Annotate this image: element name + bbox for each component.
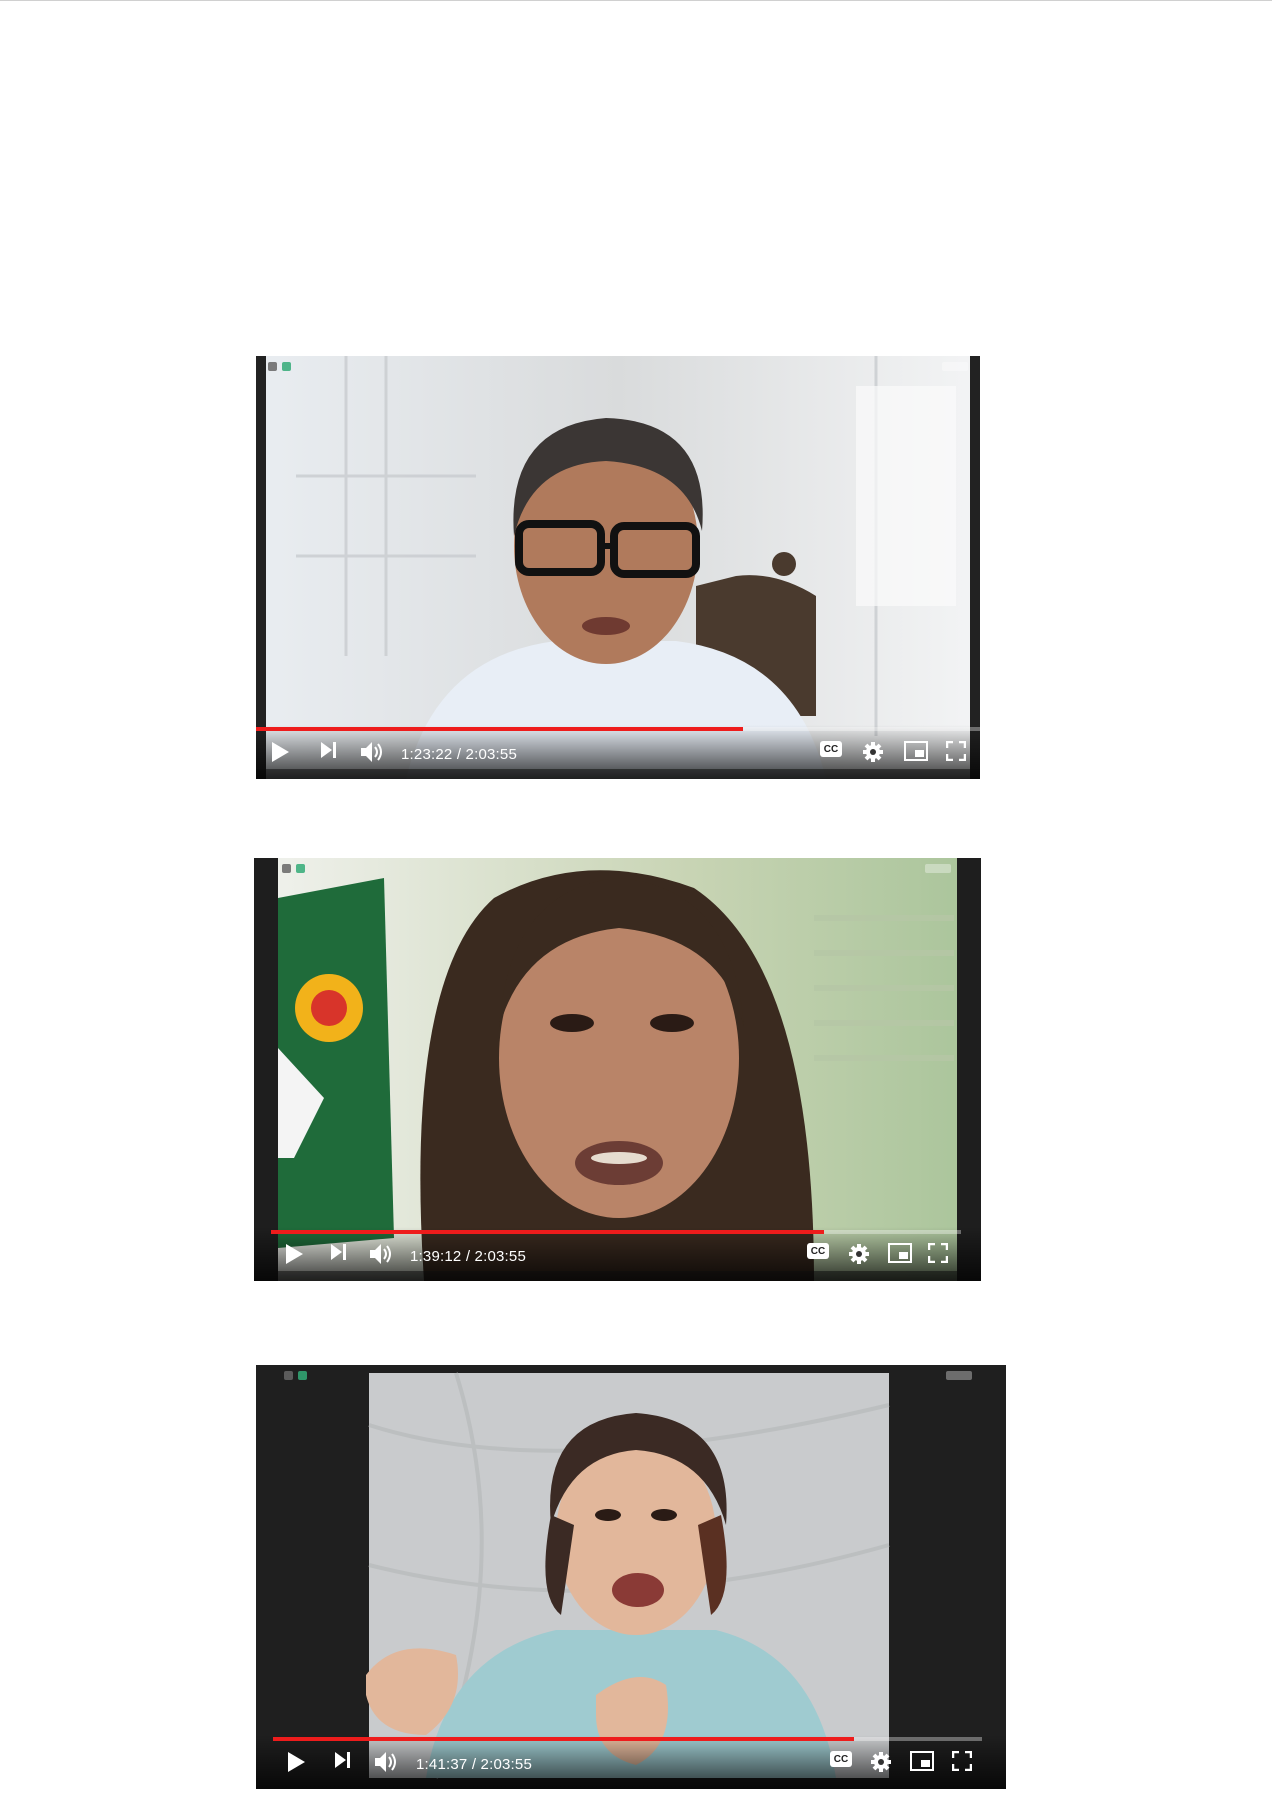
miniplayer-icon bbox=[904, 741, 928, 761]
player-controls: 1:23:22 / 2:03:55 CC bbox=[256, 725, 980, 779]
zoom-status-dots bbox=[282, 864, 305, 873]
miniplayer-button[interactable] bbox=[910, 1751, 934, 1771]
miniplayer-button[interactable] bbox=[904, 741, 928, 761]
time-display: 1:41:37 / 2:03:55 bbox=[416, 1756, 532, 1773]
fullscreen-icon bbox=[946, 741, 966, 761]
volume-button[interactable] bbox=[360, 741, 384, 763]
fullscreen-button[interactable] bbox=[946, 741, 966, 761]
zoom-view-badge bbox=[942, 362, 968, 371]
settings-icon bbox=[849, 1244, 869, 1264]
settings-button[interactable] bbox=[870, 1751, 892, 1773]
progress-fill bbox=[256, 727, 744, 731]
volume-icon bbox=[375, 1752, 396, 1772]
play-button[interactable] bbox=[284, 1243, 304, 1265]
progress-fill bbox=[273, 1737, 855, 1741]
progress-fill bbox=[271, 1230, 824, 1234]
video-player-3[interactable]: 1:41:37 / 2:03:55 CC bbox=[256, 1365, 1006, 1789]
captions-icon: CC bbox=[830, 1751, 852, 1767]
captions-icon: CC bbox=[820, 741, 842, 757]
progress-bar[interactable] bbox=[273, 1737, 982, 1741]
miniplayer-button[interactable] bbox=[888, 1243, 912, 1263]
progress-bar[interactable] bbox=[256, 727, 980, 731]
next-icon bbox=[331, 1244, 346, 1260]
volume-button[interactable] bbox=[369, 1243, 393, 1265]
settings-icon bbox=[863, 742, 883, 762]
fullscreen-icon bbox=[952, 1751, 972, 1771]
time-display: 1:39:12 / 2:03:55 bbox=[410, 1248, 526, 1265]
zoom-status-dots bbox=[268, 362, 291, 371]
video-frame-young-woman-gesturing bbox=[256, 1365, 1006, 1789]
next-button[interactable] bbox=[330, 1243, 348, 1261]
captions-button[interactable]: CC bbox=[820, 741, 842, 757]
volume-icon bbox=[361, 742, 382, 762]
play-button[interactable] bbox=[270, 741, 290, 763]
captions-button[interactable]: CC bbox=[807, 1243, 829, 1259]
volume-icon bbox=[370, 1244, 391, 1264]
progress-bar[interactable] bbox=[271, 1230, 961, 1234]
play-button[interactable] bbox=[286, 1751, 306, 1773]
zoom-status-dots bbox=[284, 1371, 307, 1380]
settings-icon bbox=[871, 1752, 891, 1772]
settings-button[interactable] bbox=[862, 741, 884, 763]
captions-button[interactable]: CC bbox=[830, 1751, 852, 1767]
time-display: 1:23:22 / 2:03:55 bbox=[401, 746, 517, 763]
zoom-view-badge bbox=[946, 1371, 972, 1380]
player-controls: 1:41:37 / 2:03:55 CC bbox=[256, 1735, 1006, 1789]
miniplayer-icon bbox=[888, 1243, 912, 1263]
next-icon bbox=[335, 1752, 350, 1768]
play-icon bbox=[288, 1752, 305, 1772]
next-icon bbox=[321, 742, 336, 758]
video-frame-man-with-glasses bbox=[256, 356, 980, 779]
miniplayer-icon bbox=[910, 1751, 934, 1771]
video-frame-woman-long-hair bbox=[254, 858, 981, 1281]
video-player-1[interactable]: 1:23:22 / 2:03:55 CC bbox=[256, 356, 980, 779]
next-button[interactable] bbox=[334, 1751, 352, 1769]
captions-icon: CC bbox=[807, 1243, 829, 1259]
volume-button[interactable] bbox=[374, 1751, 398, 1773]
next-button[interactable] bbox=[320, 741, 338, 759]
fullscreen-button[interactable] bbox=[952, 1751, 972, 1771]
settings-button[interactable] bbox=[848, 1243, 870, 1265]
player-controls: 1:39:12 / 2:03:55 CC bbox=[254, 1227, 981, 1281]
play-icon bbox=[286, 1244, 303, 1264]
page-top-divider bbox=[0, 0, 1272, 1]
fullscreen-icon bbox=[928, 1243, 948, 1263]
zoom-view-badge bbox=[925, 864, 951, 873]
play-icon bbox=[272, 742, 289, 762]
video-player-2[interactable]: 1:39:12 / 2:03:55 CC bbox=[254, 858, 981, 1281]
fullscreen-button[interactable] bbox=[928, 1243, 948, 1263]
